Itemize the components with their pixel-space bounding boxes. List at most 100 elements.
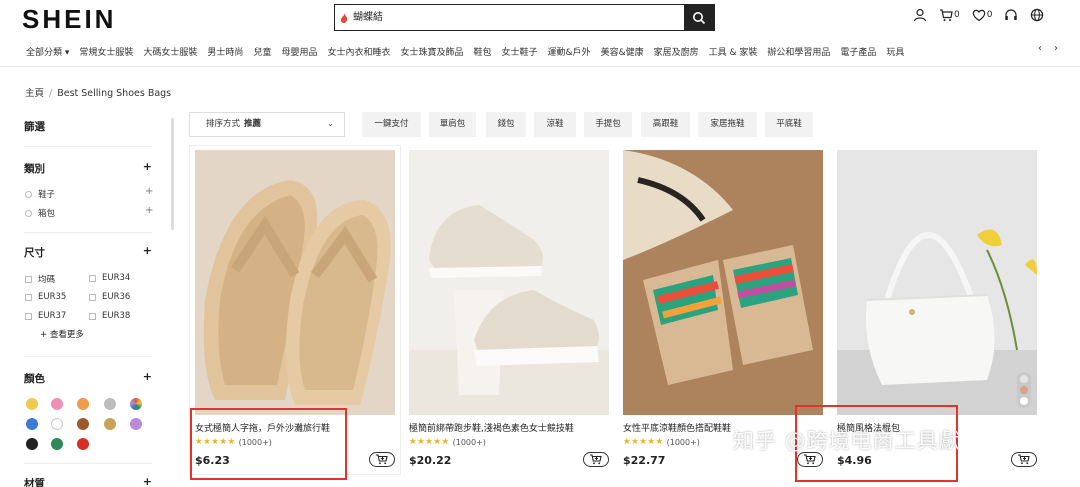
size-option[interactable]: EUR35 [25,292,66,302]
nav-item[interactable]: 女士鞋子 [497,45,543,58]
product-image-sandals[interactable] [623,150,823,415]
checkbox[interactable] [89,293,96,301]
nav-item[interactable]: 工具 & 家裝 [704,45,763,58]
radio[interactable] [25,209,32,217]
product-image-baguette-bag[interactable] [837,150,1037,415]
language-button[interactable] [1030,8,1044,22]
color-swatch[interactable] [77,418,89,430]
expand-plus-icon[interactable]: + [143,244,152,257]
size-option[interactable]: EUR37 [25,311,66,321]
shein-logo[interactable]: SHEIN [22,4,116,35]
nav-item[interactable]: 玩具 [881,45,909,58]
support-button[interactable] [1004,8,1018,22]
view-more-sizes-link[interactable]: + 查看更多 [40,328,84,340]
breadcrumb-home[interactable]: 主頁 [25,88,44,99]
color-swatch[interactable] [104,398,116,410]
color-swatch[interactable] [104,418,116,430]
nav-item[interactable]: 鞋包 [469,45,497,58]
size-option[interactable]: EUR36 [89,292,130,302]
filter-chip[interactable]: 錢包 [486,112,526,137]
radio[interactable] [25,190,32,198]
option-label: EUR37 [38,311,67,321]
expand-plus-icon[interactable]: + [143,160,152,173]
account-button[interactable] [913,8,927,22]
color-filter-title[interactable]: 顏色 + [24,370,152,386]
nav-item[interactable]: 母嬰用品 [276,45,322,58]
nav-item[interactable]: 家居及廚房 [649,45,704,58]
size-option[interactable]: EUR38 [89,311,130,321]
search-bar[interactable]: 蝴蝶結 [334,4,715,31]
nav-item[interactable]: 常規女士服裝 [74,45,138,58]
checkbox[interactable] [25,275,32,283]
expand-plus-icon[interactable]: + [145,205,153,216]
color-swatch[interactable] [26,438,38,450]
add-to-cart-button[interactable] [583,452,609,467]
expand-plus-icon[interactable]: + [143,370,152,383]
material-filter-title[interactable]: 材質 + [24,475,152,487]
product-title[interactable]: 極簡前綁帶跑步鞋,淺褐色素色女士競技鞋 [409,421,609,434]
add-to-cart-button[interactable] [1011,452,1037,467]
search-input[interactable]: 蝴蝶結 [353,5,684,30]
nav-item[interactable]: 女士珠寶及飾品 [395,45,468,58]
color-swatch[interactable] [77,438,89,450]
checkbox[interactable] [25,312,32,320]
add-cart-icon [376,454,388,465]
nav-item[interactable]: 大碼女士服裝 [138,45,202,58]
product-card[interactable]: 極簡風格法棍包 $4.96 [837,150,1037,467]
filter-chip[interactable]: 家居拖鞋 [698,112,757,137]
filter-chip[interactable]: 涼鞋 [534,112,576,137]
option-label: 箱包 [38,209,56,219]
filter-chip[interactable]: 高跟鞋 [641,112,690,137]
category-option-bags[interactable]: 箱包 [25,207,55,219]
filter-chip[interactable]: 平底鞋 [765,112,813,137]
color-swatch[interactable] [26,418,38,430]
product-card[interactable]: 女式極簡人字拖，戶外沙灘旅行鞋 ★★★★★ (1000+) $6.23 [195,150,395,467]
product-card[interactable]: 女性平底涼鞋顏色搭配鞋鞋 ★★★★★ (1000+) $22.77 [623,150,823,467]
sidebar-scrollbar[interactable] [171,118,174,230]
add-to-cart-button[interactable] [369,452,395,467]
cart-button[interactable]: 0 [939,8,960,22]
category-filter-title[interactable]: 類別 + [24,160,152,176]
option-label: EUR34 [102,273,131,283]
nav-item[interactable]: 辦公和學習用品 [762,45,835,58]
nav-item[interactable]: 女士內衣和睡衣 [322,45,395,58]
color-swatch[interactable] [51,398,63,410]
nav-next-icon[interactable]: › [1054,43,1058,54]
nav-item[interactable]: 電子產品 [835,45,881,58]
color-swatch[interactable] [130,418,142,430]
product-card[interactable]: 極簡前綁帶跑步鞋,淺褐色素色女士競技鞋 ★★★★★ (1000+) $20.22 [409,150,609,467]
rating: ★★★★★ (1000+) [409,437,486,447]
nav-item[interactable]: 運動&戶外 [543,45,596,58]
color-swatch[interactable] [51,438,63,450]
color-swatch[interactable] [130,398,142,410]
nav-item[interactable]: 男士時尚 [202,45,248,58]
nav-prev-icon[interactable]: ‹ [1038,43,1042,54]
size-option[interactable]: 均碼 [25,273,55,285]
globe-icon [1031,8,1044,22]
expand-plus-icon[interactable]: + [145,186,153,197]
product-image-sneakers[interactable] [409,150,609,415]
color-swatch[interactable] [77,398,89,410]
nav-item[interactable]: 兒童 [248,45,276,58]
filter-chip[interactable]: 單肩包 [429,112,476,137]
color-swatch[interactable] [51,418,63,430]
category-filter-label: 類別 [24,163,45,175]
nav-item[interactable]: 美容&健康 [596,45,649,58]
filter-chip[interactable]: 手提包 [584,112,632,137]
size-option[interactable]: EUR34 [89,273,130,283]
add-cart-icon [1018,454,1030,465]
search-button[interactable] [684,5,714,30]
breadcrumb-separator: / [49,88,53,99]
nav-item[interactable]: 全部分類 ▾ [0,45,74,58]
checkbox[interactable] [89,274,96,282]
filter-chip[interactable]: 一鍵支付 [362,112,421,137]
wishlist-button[interactable]: 0 [972,8,992,22]
expand-plus-icon[interactable]: + [143,475,152,487]
checkbox[interactable] [89,312,96,320]
product-image-flip-flops[interactable] [195,150,395,415]
color-swatch[interactable] [26,398,38,410]
sort-dropdown[interactable]: 排序方式 推薦 ⌄ [189,112,345,137]
category-option-shoes[interactable]: 鞋子 [25,188,55,200]
size-filter-title[interactable]: 尺寸 + [24,244,152,260]
checkbox[interactable] [25,293,32,301]
